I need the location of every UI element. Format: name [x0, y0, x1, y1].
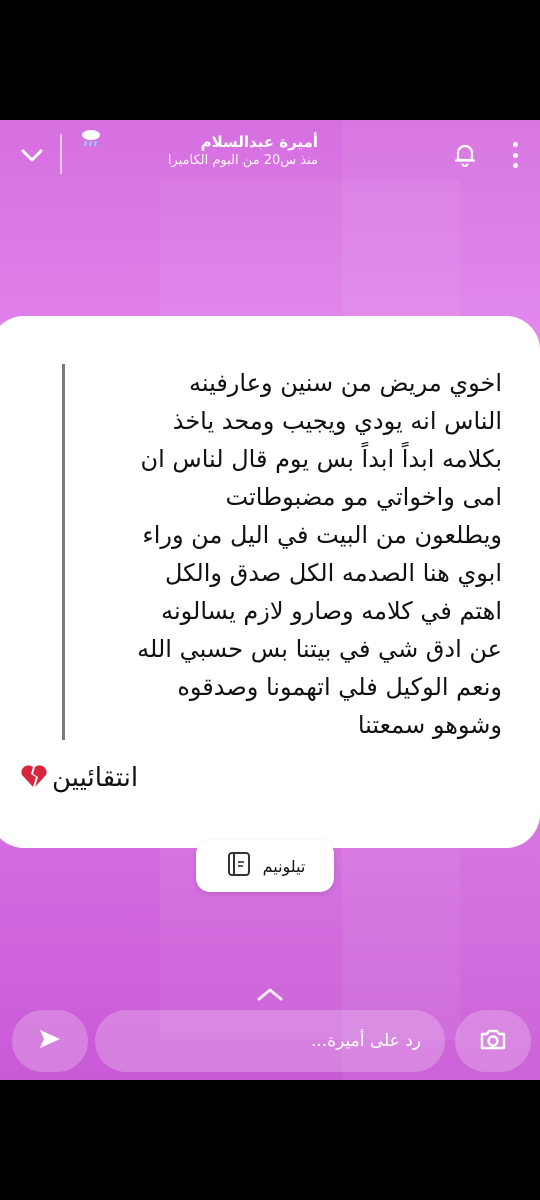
- send-button[interactable]: [12, 1010, 88, 1072]
- reply-input[interactable]: رد على أميرة...: [95, 1010, 445, 1072]
- quote-bar: [62, 364, 65, 740]
- story-screen: أميرة عبدالسلام منذ س20 من البوم الكامير…: [0, 120, 540, 1080]
- story-header: أميرة عبدالسلام منذ س20 من البوم الكامير…: [0, 120, 540, 190]
- message-caption: انتقائيين: [20, 758, 138, 798]
- caption-text: انتقائيين: [52, 763, 139, 793]
- telonym-app-icon: [225, 850, 253, 882]
- broken-heart-icon: [20, 763, 48, 793]
- sender-subtitle: منذ س20 من البوم الكاميرا: [167, 153, 318, 168]
- sticker-tag[interactable]: تيلونيم: [196, 840, 334, 892]
- reply-bar: رد على أميرة...: [0, 1010, 540, 1080]
- camera-icon: [479, 1027, 507, 1055]
- chevron-up-icon[interactable]: [256, 986, 284, 1006]
- header-divider: [60, 134, 62, 174]
- quoted-message: اخوي مريض من سنين وعارفينه الناس انه يود…: [137, 369, 502, 739]
- sticker-tag-label: تيلونيم: [262, 856, 306, 876]
- bell-icon[interactable]: [452, 142, 478, 168]
- sender-info[interactable]: أميرة عبدالسلام منذ س20 من البوم الكامير…: [78, 132, 318, 170]
- more-vertical-icon[interactable]: [508, 142, 522, 168]
- chevron-down-icon[interactable]: [18, 142, 46, 170]
- reply-placeholder: رد على أميرة...: [311, 1031, 421, 1051]
- send-icon: [38, 1028, 62, 1054]
- sender-name: أميرة عبدالسلام: [200, 133, 318, 151]
- camera-button[interactable]: [455, 1010, 531, 1072]
